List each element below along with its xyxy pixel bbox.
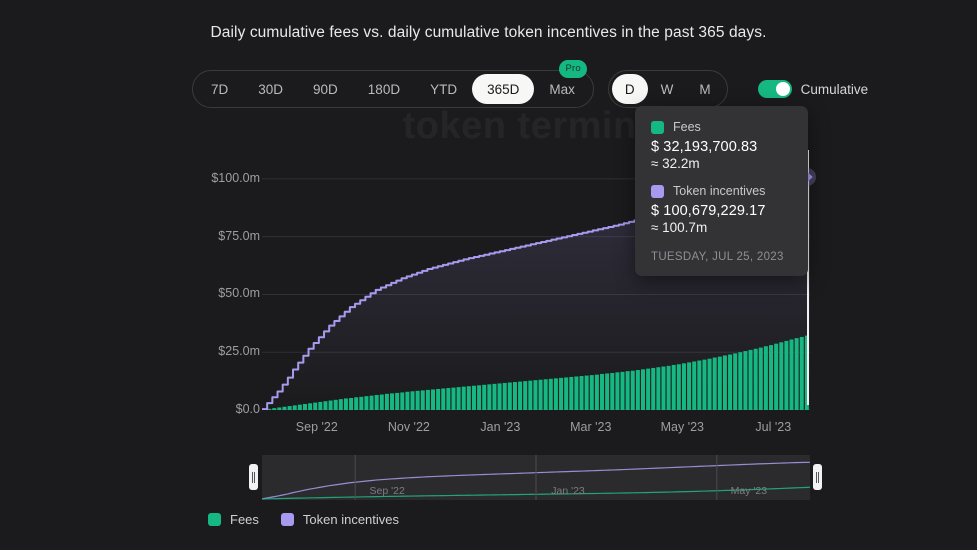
y-axis: $0.0$25.0m$50.0m$75.0m$100.0m	[190, 150, 260, 410]
legend-label: Fees	[230, 512, 259, 527]
legend-item[interactable]: Fees	[208, 512, 259, 527]
tooltip-divider	[651, 171, 792, 184]
x-axis-tick-label: Jan '23	[480, 420, 520, 434]
chart-legend: Fees Token incentives	[208, 512, 399, 527]
tooltip-value-token-incentives: $ 100,679,229.17	[651, 203, 792, 219]
y-axis-tick-label: $75.0m	[190, 229, 260, 243]
y-axis-tick-label: $0.0	[190, 402, 260, 416]
chart-toolbar: Pro 7D30D90D180DYTD365DMax DWM Cumulativ…	[192, 70, 868, 108]
brush-tick-label: May '23	[731, 485, 767, 497]
brush-tick-label: Jan '23	[551, 485, 585, 497]
page-title: Daily cumulative fees vs. daily cumulati…	[0, 24, 977, 42]
granularity-button-w[interactable]: W	[648, 74, 687, 104]
range-button-30d[interactable]: 30D	[243, 74, 298, 104]
legend-item[interactable]: Token incentives	[281, 512, 399, 527]
chart-page: Daily cumulative fees vs. daily cumulati…	[0, 0, 977, 550]
range-button-ytd[interactable]: YTD	[415, 74, 472, 104]
tooltip-date: TUESDAY, JUL 25, 2023	[651, 251, 792, 263]
cumulative-toggle-switch[interactable]	[758, 80, 792, 98]
granularity-button-d[interactable]: D	[612, 74, 648, 104]
brush-handle-left[interactable]	[249, 464, 258, 490]
cumulative-toggle-label: Cumulative	[801, 82, 869, 97]
plot-area: $0.0 $25.0m $50.0m $75.0m $100.0m Sep '22 Nov…	[0, 150, 977, 440]
granularity-selector[interactable]: DWM	[608, 70, 728, 108]
x-axis: Sep '22 Nov '22 Jan '23 Mar '23 May '23 Jul '…	[262, 412, 810, 438]
legend-label: Token incentives	[303, 512, 399, 527]
y-axis-tick-label: $100.0m	[190, 171, 260, 185]
tooltip-value-fees: $ 32,193,700.83	[651, 139, 792, 155]
legend-swatch	[281, 513, 294, 526]
range-button-180d[interactable]: 180D	[353, 74, 415, 104]
x-axis-tick-label: Mar '23	[570, 420, 611, 434]
range-button-90d[interactable]: 90D	[298, 74, 353, 104]
y-axis-tick-label: $50.0m	[190, 286, 260, 300]
brush-handle-right[interactable]	[813, 464, 822, 490]
range-brush[interactable]: Sep '22 Jan '23 May '23	[262, 455, 810, 500]
tooltip-approx-token-incentives: ≈ 100.7m	[651, 220, 792, 235]
range-button-7d[interactable]: 7D	[196, 74, 243, 104]
x-axis-tick-label: Nov '22	[388, 420, 430, 434]
tooltip-approx-fees: ≈ 32.2m	[651, 156, 792, 171]
time-range-selector[interactable]: Pro 7D30D90D180DYTD365DMax	[192, 70, 594, 108]
granularity-button-m[interactable]: M	[686, 74, 723, 104]
toggle-knob	[776, 82, 790, 96]
hover-tooltip: Fees $ 32,193,700.83 ≈ 32.2m Token incen…	[635, 106, 808, 276]
x-axis-tick-label: Jul '23	[755, 420, 791, 434]
tooltip-swatch-token-incentives	[651, 185, 664, 198]
x-axis-tick-label: Sep '22	[296, 420, 338, 434]
brush-tick-label: Sep '22	[370, 485, 405, 497]
tooltip-label-token-incentives: Token incentives	[673, 184, 765, 198]
tooltip-swatch-fees	[651, 121, 664, 134]
y-axis-tick-label: $25.0m	[190, 344, 260, 358]
legend-swatch	[208, 513, 221, 526]
tooltip-series-incentives-header: Token incentives	[651, 184, 792, 198]
range-button-max[interactable]: Max	[534, 74, 590, 104]
cumulative-toggle-wrap[interactable]: Cumulative	[758, 80, 869, 98]
brush-selection[interactable]	[262, 455, 810, 500]
range-button-365d[interactable]: 365D	[472, 74, 534, 104]
x-axis-tick-label: May '23	[661, 420, 704, 434]
tooltip-series-fees-header: Fees	[651, 120, 792, 134]
tooltip-label-fees: Fees	[673, 120, 701, 134]
